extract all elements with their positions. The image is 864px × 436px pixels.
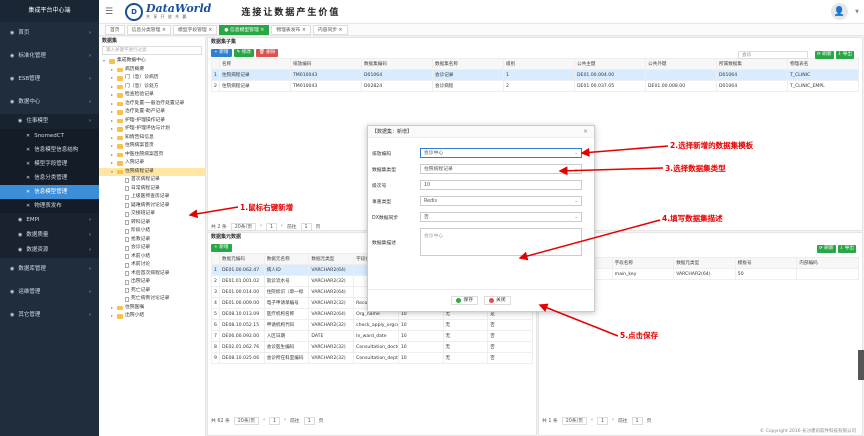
side-scroll-tab[interactable] — [858, 350, 864, 380]
annotation-arrows — [188, 145, 669, 337]
footer-copyright: © Copyright 2016 长沙建讯软件科技有限公司 — [759, 429, 856, 434]
annotation-5: 5.点击保存 — [620, 331, 659, 340]
annotation-4: 4.填写数据集描述 — [662, 214, 723, 223]
annotation-2: 2.选择新增的数据集模板 — [670, 141, 754, 150]
arrow-1 — [188, 206, 239, 219]
annotation-1: 1.鼠标右键新增 — [240, 203, 294, 212]
arrow-2 — [580, 145, 669, 157]
annotation-3: 3.选择数据集类型 — [665, 164, 726, 173]
arrow-3 — [558, 166, 664, 176]
arrow-4 — [518, 219, 661, 261]
arrow-5 — [538, 303, 619, 337]
